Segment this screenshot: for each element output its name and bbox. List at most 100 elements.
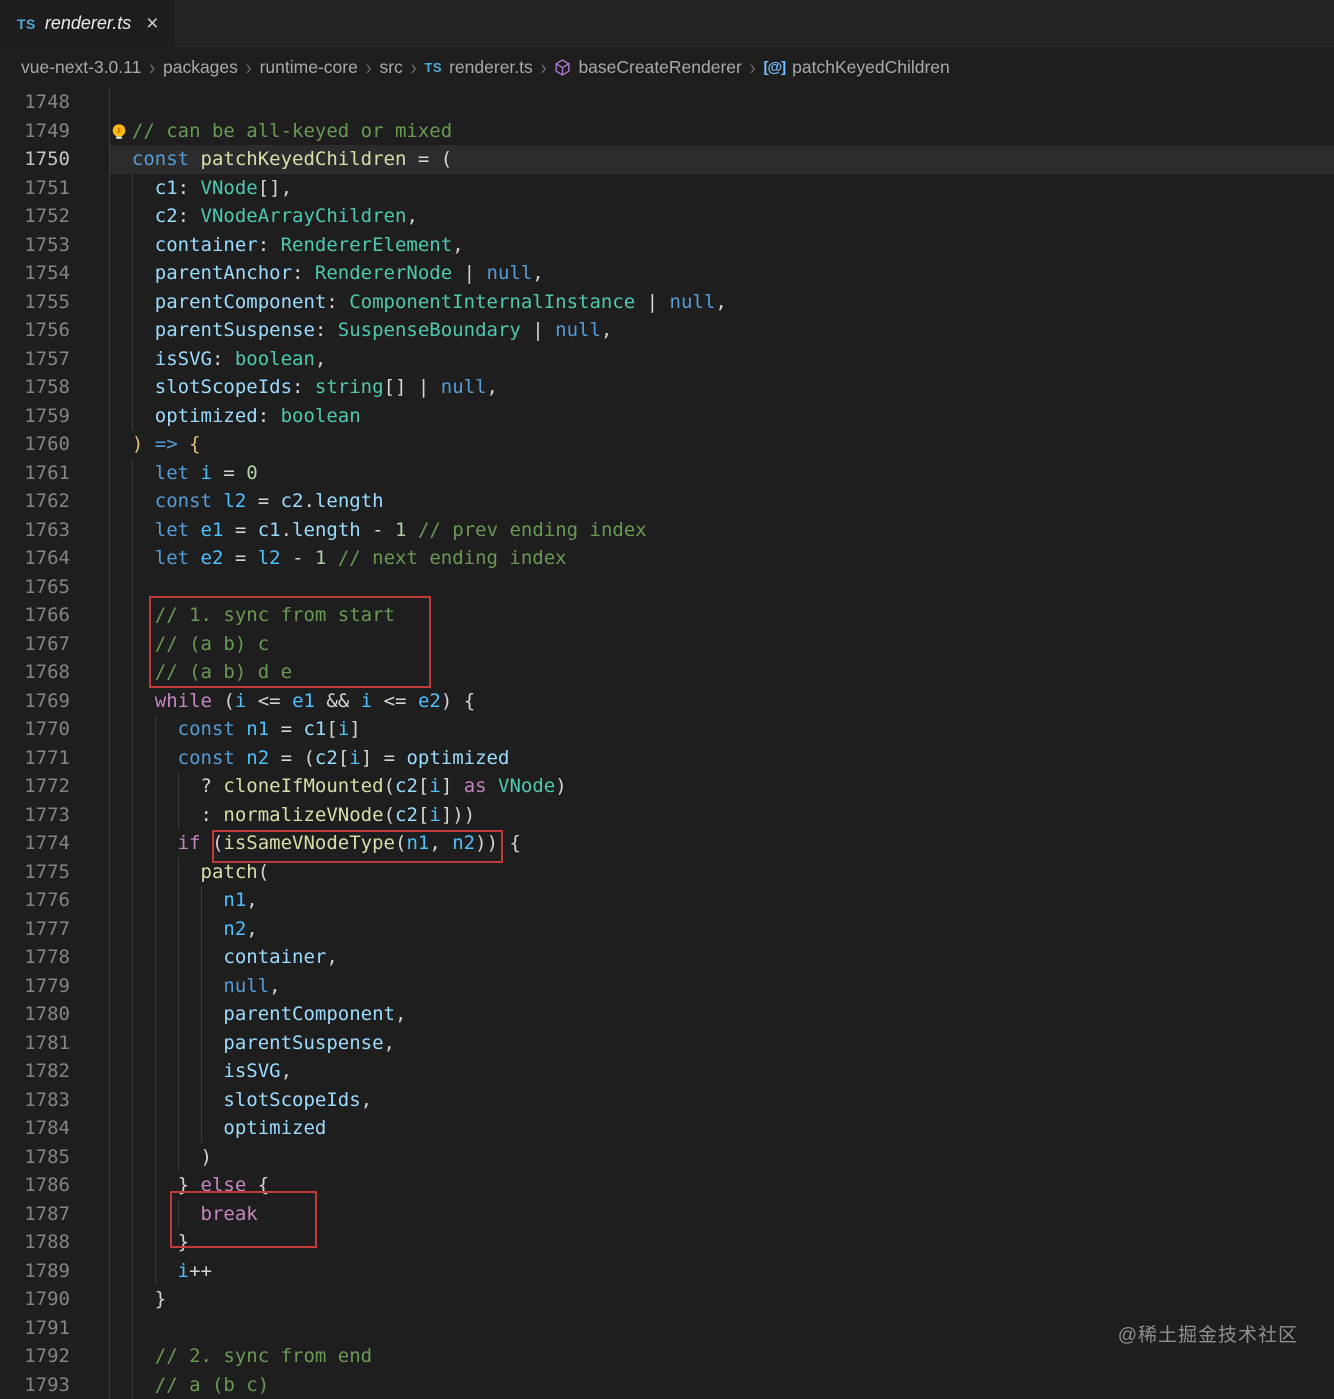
code-line[interactable]: 1788} — [0, 1228, 1334, 1257]
code-line[interactable]: 1764let e2 = l2 - 1 // next ending index — [0, 544, 1334, 573]
code-line[interactable]: 1762const l2 = c2.length — [0, 487, 1334, 516]
code-line[interactable]: 1793// a (b c) — [0, 1371, 1334, 1399]
code-line[interactable]: 1759optimized: boolean — [0, 402, 1334, 431]
code-line[interactable]: 1756parentSuspense: SuspenseBoundary | n… — [0, 316, 1334, 345]
indent-guide — [109, 1171, 110, 1200]
line-number: 1753 — [0, 231, 70, 260]
code-line[interactable]: 1780parentComponent, — [0, 1000, 1334, 1029]
code-line[interactable]: 1781parentSuspense, — [0, 1029, 1334, 1058]
code-token: // next ending index — [326, 547, 566, 569]
code-line[interactable]: 1748 — [0, 88, 1334, 117]
code-line[interactable]: 1757isSVG: boolean, — [0, 345, 1334, 374]
indent-guide — [155, 715, 156, 744]
code-line[interactable]: 1779null, — [0, 972, 1334, 1001]
code-line[interactable]: 1769while (i <= e1 && i <= e2) { — [0, 687, 1334, 716]
code-line[interactable]: 1784optimized — [0, 1114, 1334, 1143]
code-line[interactable]: 1768// (a b) d e — [0, 658, 1334, 687]
line-number: 1789 — [0, 1257, 70, 1286]
code-line[interactable]: 1765 — [0, 573, 1334, 602]
code-line[interactable]: 1754parentAnchor: RendererNode | null, — [0, 259, 1334, 288]
code-line[interactable]: 1770const n1 = c1[i] — [0, 715, 1334, 744]
breadcrumb-item-packages[interactable]: packages — [163, 57, 238, 78]
indent-guide — [132, 487, 133, 516]
indent-guide — [155, 1057, 156, 1086]
indent-guide — [109, 544, 110, 573]
indent-guide — [155, 1228, 156, 1257]
indent-guide — [132, 1257, 133, 1286]
code-line[interactable]: 1767// (a b) c — [0, 630, 1334, 659]
indent-guide — [132, 972, 133, 1001]
code-line[interactable]: 1786} else { — [0, 1171, 1334, 1200]
breadcrumb-item-src[interactable]: src — [379, 57, 402, 78]
code-line[interactable]: 1782isSVG, — [0, 1057, 1334, 1086]
code-line[interactable]: 1776n1, — [0, 886, 1334, 915]
code-line[interactable]: 1760) => { — [0, 430, 1334, 459]
indent-guide — [132, 1000, 133, 1029]
code-line[interactable]: 1755parentComponent: ComponentInternalIn… — [0, 288, 1334, 317]
indent-guide — [155, 972, 156, 1001]
code-line[interactable]: 1774if (isSameVNodeType(n1, n2)) { — [0, 829, 1334, 858]
indent-guide — [109, 316, 110, 345]
lightbulb-icon[interactable] — [111, 122, 127, 141]
indent-guide — [132, 259, 133, 288]
line-number: 1785 — [0, 1143, 70, 1172]
indent-guide — [109, 259, 110, 288]
indent-guide — [178, 1200, 179, 1229]
code-token: ( — [384, 775, 395, 797]
indent-guide — [109, 88, 110, 117]
code-token: , — [452, 234, 463, 256]
code-token: = — [223, 547, 257, 569]
code-line[interactable]: 1773: normalizeVNode(c2[i])) — [0, 801, 1334, 830]
code-line[interactable]: 1749// can be all-keyed or mixed — [0, 117, 1334, 146]
code-line[interactable]: 1761let i = 0 — [0, 459, 1334, 488]
code-token: : — [178, 205, 201, 227]
code-line[interactable]: 1778container, — [0, 943, 1334, 972]
line-number: 1758 — [0, 373, 70, 402]
indent-guide — [155, 943, 156, 972]
breadcrumb-item-renderer.ts[interactable]: TSrenderer.ts — [424, 57, 532, 78]
code-line[interactable]: 1763let e1 = c1.length - 1 // prev endin… — [0, 516, 1334, 545]
indent-guide — [155, 1171, 156, 1200]
code-line[interactable]: 1771const n2 = (c2[i] = optimized — [0, 744, 1334, 773]
code-line[interactable]: 1753container: RendererElement, — [0, 231, 1334, 260]
code-line[interactable]: 1758slotScopeIds: string[] | null, — [0, 373, 1334, 402]
breadcrumb-item-runtime-core[interactable]: runtime-core — [260, 57, 358, 78]
code-line[interactable]: 1789i++ — [0, 1257, 1334, 1286]
code-line[interactable]: 1785) — [0, 1143, 1334, 1172]
code-line[interactable]: 1772? cloneIfMounted(c2[i] as VNode) — [0, 772, 1334, 801]
indent-guide — [132, 1314, 133, 1343]
breadcrumb-item-patchKeyedChildren[interactable]: [@]patchKeyedChildren — [764, 57, 950, 78]
code-token: { — [178, 433, 201, 455]
breadcrumb-item-vue-next-3.0.11[interactable]: vue-next-3.0.11 — [21, 57, 141, 78]
indent-guide — [201, 1057, 202, 1086]
line-number: 1776 — [0, 886, 70, 915]
code-area[interactable]: 17481749// can be all-keyed or mixed1750… — [0, 88, 1334, 1399]
indent-guide — [155, 1029, 156, 1058]
code-line[interactable]: 1783slotScopeIds, — [0, 1086, 1334, 1115]
tab-renderer-ts[interactable]: TS renderer.ts × — [0, 0, 175, 47]
indent-guide — [132, 801, 133, 830]
code-token: // can be all-keyed or mixed — [132, 120, 452, 142]
code-line[interactable]: 1752c2: VNodeArrayChildren, — [0, 202, 1334, 231]
code-line[interactable]: 1750const patchKeyedChildren = ( — [0, 145, 1334, 174]
code-token: l2 — [223, 490, 246, 512]
indent-guide — [155, 886, 156, 915]
code-token: e1 — [292, 690, 315, 712]
code-token: : — [212, 348, 235, 370]
code-token: optimized — [406, 747, 509, 769]
code-line[interactable]: 1775patch( — [0, 858, 1334, 887]
code-line[interactable]: 1787break — [0, 1200, 1334, 1229]
code-token: , — [601, 319, 612, 341]
code-line[interactable]: 1790} — [0, 1285, 1334, 1314]
close-icon[interactable]: × — [146, 13, 158, 34]
breadcrumb-item-baseCreateRenderer[interactable]: baseCreateRenderer — [554, 57, 741, 78]
code-line[interactable]: 1751c1: VNode[], — [0, 174, 1334, 203]
code-token: parentSuspense — [155, 319, 315, 341]
code-line[interactable]: 1777n2, — [0, 915, 1334, 944]
code-token: , — [315, 348, 326, 370]
code-line[interactable]: 1766// 1. sync from start — [0, 601, 1334, 630]
code-token: parentSuspense — [223, 1032, 383, 1054]
breadcrumb-label: baseCreateRenderer — [578, 57, 741, 78]
indent-guide — [201, 1086, 202, 1115]
line-number: 1786 — [0, 1171, 70, 1200]
